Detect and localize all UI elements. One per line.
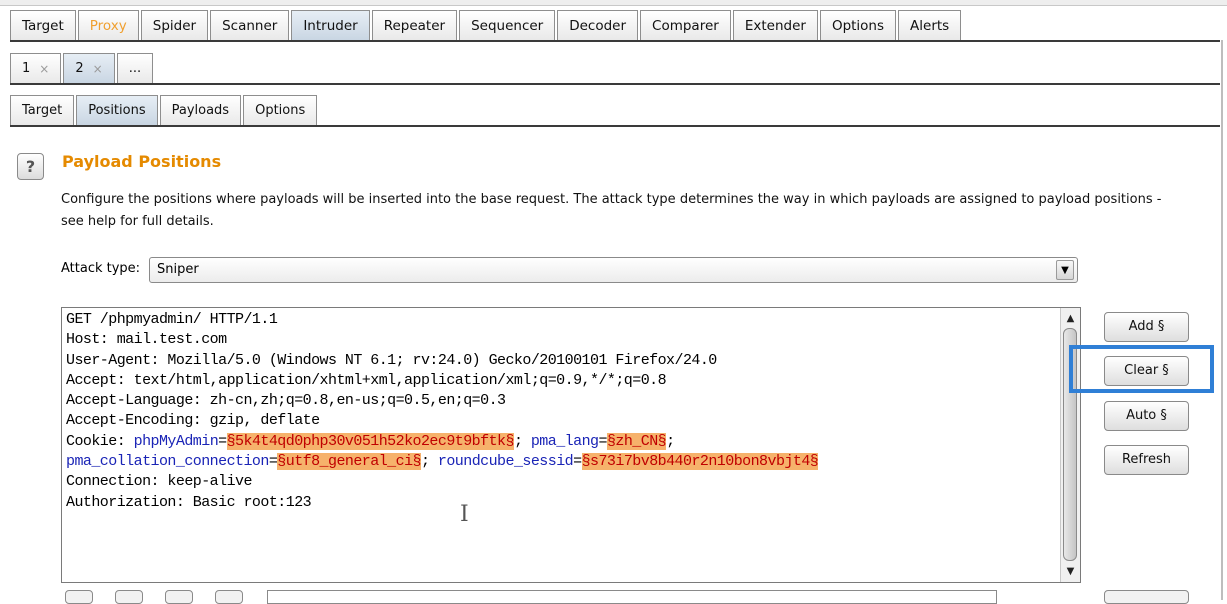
request-line: Accept: text/html,application/xhtml+xml,… xyxy=(66,371,667,389)
close-icon[interactable]: × xyxy=(39,62,49,76)
intruder-tab-positions[interactable]: Positions xyxy=(76,95,158,125)
attack-tab-new[interactable]: ... xyxy=(116,53,154,83)
search-input[interactable] xyxy=(267,590,997,604)
attack-type-select[interactable]: Sniper ▼ xyxy=(149,257,1078,283)
tab-scanner[interactable]: Scanner xyxy=(210,10,290,40)
cookie-key: roundcube_sessid xyxy=(437,453,574,471)
intruder-tab-target[interactable]: Target xyxy=(10,95,75,125)
section-title: Payload Positions xyxy=(62,152,222,171)
intruder-tab-payloads[interactable]: Payloads xyxy=(159,95,242,125)
cookie-line: Cookie: phpMyAdmin=§5k4t4qd0php30v051h52… xyxy=(66,432,818,452)
search-next-button[interactable] xyxy=(215,590,243,604)
search-help-button[interactable] xyxy=(65,590,93,604)
cookie-line-continued: pma_collation_connection = §utf8_general_c… xyxy=(66,452,819,472)
attack-tab-label: 1 xyxy=(22,61,31,76)
cookie-prefix: Cookie: xyxy=(66,432,134,450)
cookie-separator: ; xyxy=(666,432,675,450)
cookie-equals: = xyxy=(598,432,607,450)
request-line: Host: mail.test.com xyxy=(66,331,227,349)
highlight-box xyxy=(1069,345,1214,393)
tab-options[interactable]: Options xyxy=(819,10,897,40)
tab-sequencer[interactable]: Sequencer xyxy=(459,10,556,40)
cookie-separator: ; xyxy=(420,453,438,471)
refresh-button[interactable]: Refresh xyxy=(1104,445,1189,475)
request-line: Authorization: Basic root:123 xyxy=(66,493,312,511)
cookie-key: pma_collation_connection xyxy=(66,453,269,471)
panel-right-border xyxy=(1221,40,1223,600)
dropdown-arrow-icon: ▼ xyxy=(1056,260,1074,280)
cookie-key: phpMyAdmin xyxy=(133,432,219,450)
close-icon[interactable]: × xyxy=(93,62,103,76)
section-description: Configure the positions where payloads w… xyxy=(61,192,1162,229)
tab-proxy[interactable]: Proxy xyxy=(77,10,139,40)
scroll-up-icon[interactable]: ▲ xyxy=(1062,310,1079,327)
main-tab-underline xyxy=(10,40,1220,42)
clear-search-button[interactable] xyxy=(1104,590,1189,604)
cookie-key: pma_lang xyxy=(530,432,599,450)
tab-alerts[interactable]: Alerts xyxy=(898,10,962,40)
add-marker-button[interactable]: Add § xyxy=(1104,312,1189,342)
request-line: GET /phpmyadmin/ HTTP/1.1 xyxy=(66,311,278,328)
help-icon[interactable]: ? xyxy=(17,153,44,180)
request-line: Accept-Encoding: gzip, deflate xyxy=(66,412,320,430)
attack-tab-underline xyxy=(10,83,1220,85)
cookie-separator: ; xyxy=(513,432,531,450)
request-line: Connection: keep-alive xyxy=(66,473,252,491)
top-strip xyxy=(0,0,1227,6)
payload-marker[interactable]: §s73i7bv8b440r2n10bon8vbjt4§ xyxy=(581,453,819,471)
request-text[interactable]: GET /phpmyadmin/ HTTP/1.1 Host: mail.test… xyxy=(66,310,819,513)
request-line: Accept-Language: zh-cn,zh;q=0.8,en-us;q=… xyxy=(66,392,506,410)
intruder-tab-underline xyxy=(10,125,1220,127)
payload-marker[interactable]: §5k4t4qd0php30v051h52ko2ec9t9bftk§ xyxy=(226,432,515,450)
tab-target[interactable]: Target xyxy=(10,10,76,40)
tab-spider[interactable]: Spider xyxy=(140,10,209,40)
search-add-button[interactable] xyxy=(165,590,193,604)
attack-type-value: Sniper xyxy=(157,262,199,277)
search-prev-button[interactable] xyxy=(115,590,143,604)
attack-tab-bar: 1 × 2 × ... xyxy=(10,53,155,83)
auto-marker-button[interactable]: Auto § xyxy=(1104,401,1189,431)
attack-type-label: Attack type: xyxy=(61,261,141,276)
attack-tab-label: 2 xyxy=(75,61,84,76)
main-tab-bar: Target Proxy Spider Scanner Intruder Rep… xyxy=(10,10,963,40)
cookie-equals: = xyxy=(573,453,582,471)
request-editor[interactable]: GET /phpmyadmin/ HTTP/1.1 Host: mail.test… xyxy=(61,307,1081,583)
intruder-tab-options[interactable]: Options xyxy=(243,95,318,125)
payload-marker[interactable]: §zh_CN§ xyxy=(606,432,667,450)
attack-tab-2[interactable]: 2 × xyxy=(63,53,115,83)
tab-repeater[interactable]: Repeater xyxy=(371,10,458,40)
intruder-tab-bar: Target Positions Payloads Options xyxy=(10,95,319,125)
tab-intruder[interactable]: Intruder xyxy=(291,10,370,40)
payload-marker[interactable]: §utf8_general_ci§ xyxy=(277,453,422,471)
text-cursor-icon: I xyxy=(460,502,469,527)
tab-extender[interactable]: Extender xyxy=(732,10,818,40)
tab-decoder[interactable]: Decoder xyxy=(557,10,639,40)
request-line: User-Agent: Mozilla/5.0 (Windows NT 6.1;… xyxy=(66,351,717,369)
tab-comparer[interactable]: Comparer xyxy=(640,10,731,40)
attack-tab-1[interactable]: 1 × xyxy=(10,53,62,83)
scroll-down-icon[interactable]: ▼ xyxy=(1062,563,1079,580)
cookie-equals: = xyxy=(218,432,227,450)
